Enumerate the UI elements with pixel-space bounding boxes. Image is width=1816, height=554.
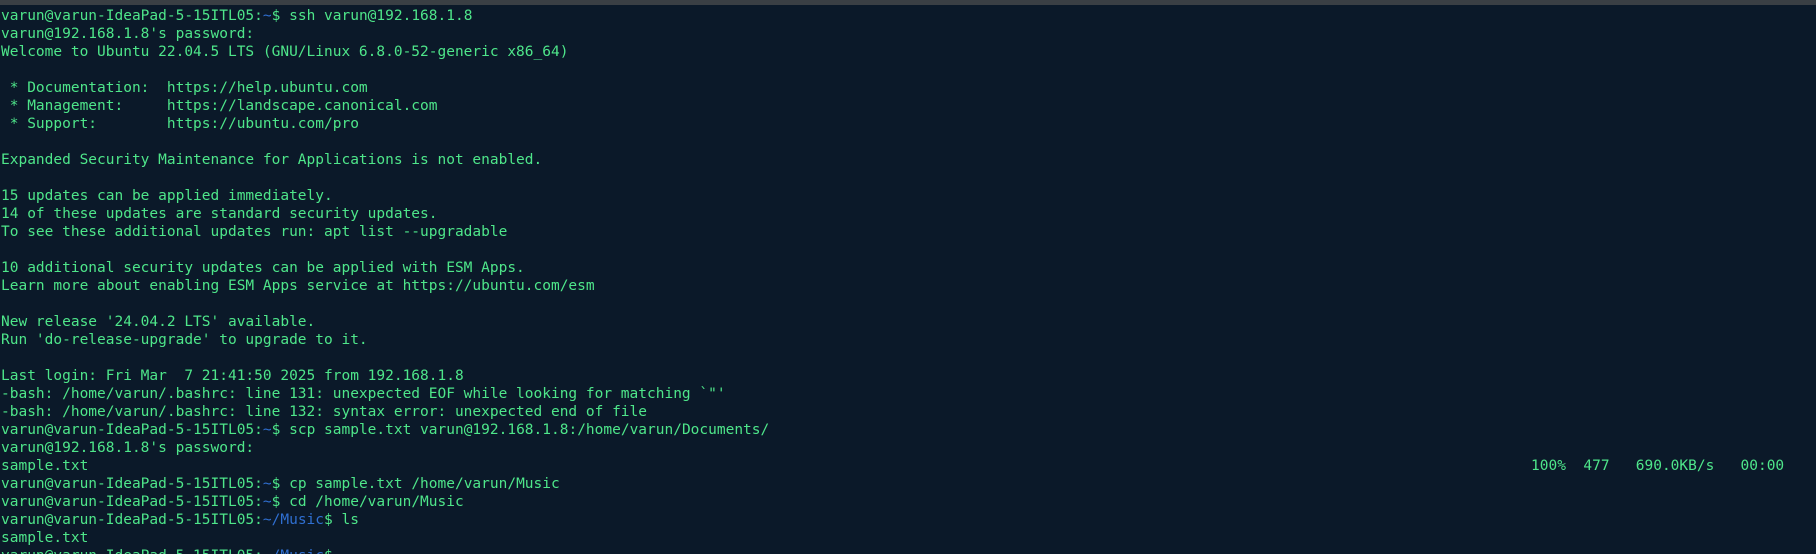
output-text: * Documentation: https://help.ubuntu.com [1, 80, 368, 96]
command-text: ssh varun@192.168.1.8 [289, 8, 473, 24]
prompt-line: varun@varun-IdeaPad-5-15ITL05:~$ scp sam… [1, 421, 1815, 439]
prompt-user: varun@varun-IdeaPad-5-15ITL05 [1, 476, 255, 492]
terminal-output[interactable]: varun@varun-IdeaPad-5-15ITL05:~$ ssh var… [1, 7, 1815, 554]
transfer-progress: 100% 477 690.0KB/s 00:00 [1531, 458, 1785, 474]
output-text: Last login: Fri Mar 7 21:41:50 2025 from… [1, 368, 464, 384]
prompt-line: varun@varun-IdeaPad-5-15ITL05:~$ cp samp… [1, 475, 1815, 493]
output-line: New release '24.04.2 LTS' available. [1, 313, 1815, 331]
output-text: * Management: https://landscape.canonica… [1, 98, 438, 114]
output-line: -bash: /home/varun/.bashrc: line 132: sy… [1, 403, 1815, 421]
prompt-line: varun@varun-IdeaPad-5-15ITL05:~/Music$ [1, 547, 1815, 554]
output-text: To see these additional updates run: apt… [1, 224, 508, 240]
prompt-path: ~ [262, 494, 272, 510]
output-text: -bash: /home/varun/.bashrc: line 131: un… [1, 386, 726, 402]
prompt-line: varun@varun-IdeaPad-5-15ITL05:~/Music$ l… [1, 511, 1815, 529]
prompt-symbol: $ [271, 494, 290, 510]
output-line: * Support: https://ubuntu.com/pro [1, 115, 1815, 133]
output-text: sample.txt [1, 530, 89, 546]
output-text: * Support: https://ubuntu.com/pro [1, 116, 359, 132]
prompt-symbol: $ [271, 422, 290, 438]
output-line: -bash: /home/varun/.bashrc: line 131: un… [1, 385, 1815, 403]
output-line: * Management: https://landscape.canonica… [1, 97, 1815, 115]
prompt-path: ~ [262, 8, 272, 24]
output-line: Run 'do-release-upgrade' to upgrade to i… [1, 331, 1815, 349]
prompt-separator: : [254, 422, 263, 438]
output-text: -bash: /home/varun/.bashrc: line 132: sy… [1, 404, 648, 420]
output-line: Welcome to Ubuntu 22.04.5 LTS (GNU/Linux… [1, 43, 1815, 61]
prompt-symbol: $ [324, 548, 341, 554]
command-text: cp sample.txt /home/varun/Music [289, 476, 560, 492]
output-line: Last login: Fri Mar 7 21:41:50 2025 from… [1, 367, 1815, 385]
output-text: Run 'do-release-upgrade' to upgrade to i… [1, 332, 368, 348]
output-text: 14 of these updates are standard securit… [1, 206, 438, 222]
prompt-line: varun@varun-IdeaPad-5-15ITL05:~$ ssh var… [1, 7, 1815, 25]
output-text: New release '24.04.2 LTS' available. [1, 314, 316, 330]
prompt-user: varun@varun-IdeaPad-5-15ITL05 [1, 422, 255, 438]
output-line: Learn more about enabling ESM Apps servi… [1, 277, 1815, 295]
output-line: Expanded Security Maintenance for Applic… [1, 151, 1815, 169]
output-line: To see these additional updates run: apt… [1, 223, 1815, 241]
output-text: sample.txt [1, 458, 89, 474]
output-text: varun@192.168.1.8's password: [1, 26, 255, 42]
output-line: sample.txt [1, 529, 1815, 547]
prompt-user: varun@varun-IdeaPad-5-15ITL05 [1, 512, 255, 528]
output-line: 15 updates can be applied immediately. [1, 187, 1815, 205]
prompt-user: varun@varun-IdeaPad-5-15ITL05 [1, 494, 255, 510]
output-text: Learn more about enabling ESM Apps servi… [1, 278, 595, 294]
command-text: cd /home/varun/Music [289, 494, 464, 510]
output-text: 10 additional security updates can be ap… [1, 260, 525, 276]
output-line: varun@192.168.1.8's password: [1, 439, 1815, 457]
prompt-symbol: $ [324, 512, 342, 528]
prompt-symbol: $ [271, 8, 290, 24]
window-top-border [0, 0, 1816, 5]
prompt-separator: : [254, 476, 263, 492]
prompt-separator: : [254, 548, 263, 554]
prompt-path: ~ [262, 476, 272, 492]
prompt-path: ~/Music [262, 512, 325, 528]
output-text: Expanded Security Maintenance for Applic… [1, 152, 543, 168]
command-text: ls [341, 512, 359, 528]
output-line: varun@192.168.1.8's password: [1, 25, 1815, 43]
prompt-symbol: $ [271, 476, 290, 492]
output-text: varun@192.168.1.8's password: [1, 440, 255, 456]
prompt-path: ~ [262, 422, 272, 438]
prompt-line: varun@varun-IdeaPad-5-15ITL05:~$ cd /hom… [1, 493, 1815, 511]
output-line: sample.txt 100% 477 690.0KB/s 00:00 [1, 457, 1815, 475]
command-text: scp sample.txt varun@192.168.1.8:/home/v… [289, 422, 770, 438]
prompt-user: varun@varun-IdeaPad-5-15ITL05 [1, 548, 254, 554]
prompt-separator: : [254, 8, 263, 24]
prompt-separator: : [254, 494, 263, 510]
output-line: 14 of these updates are standard securit… [1, 205, 1815, 223]
terminal-window[interactable]: varun@varun-IdeaPad-5-15ITL05:~$ ssh var… [0, 0, 1816, 554]
output-line: * Documentation: https://help.ubuntu.com [1, 79, 1815, 97]
output-line: 10 additional security updates can be ap… [1, 259, 1815, 277]
prompt-user: varun@varun-IdeaPad-5-15ITL05 [1, 8, 255, 24]
output-text: Welcome to Ubuntu 22.04.5 LTS (GNU/Linux… [1, 44, 569, 60]
prompt-separator: : [254, 512, 263, 528]
prompt-path: ~/Music [263, 548, 324, 554]
output-text: 15 updates can be applied immediately. [1, 188, 333, 204]
